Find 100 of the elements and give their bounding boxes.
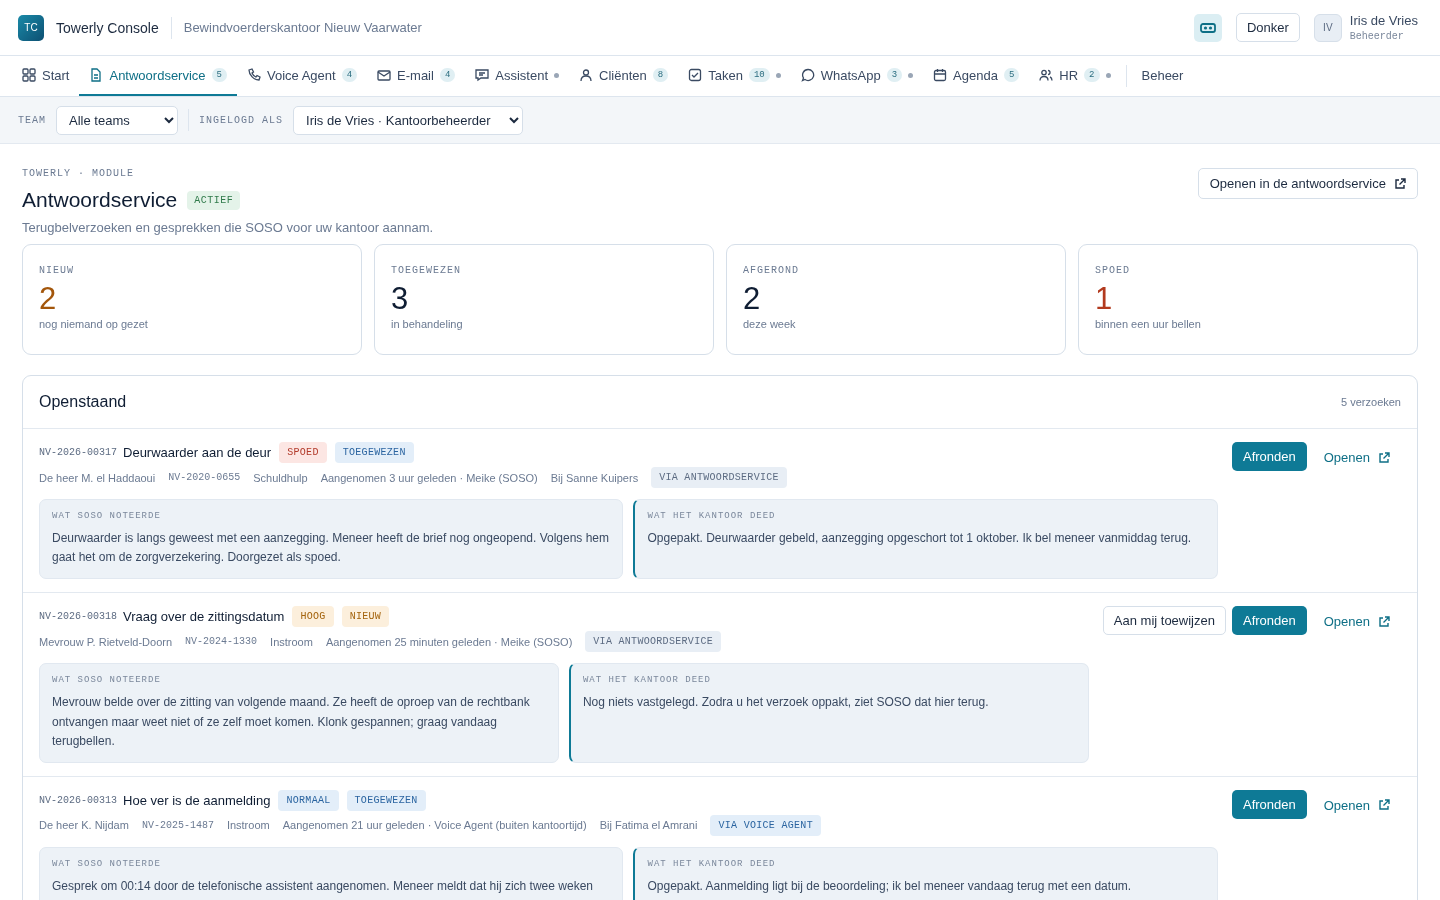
- bubble-icon: [800, 68, 815, 82]
- nav-tab[interactable]: Agenda 5: [923, 56, 1030, 96]
- nav-tab[interactable]: Assistent: [465, 56, 570, 96]
- external-link-icon: [1378, 799, 1390, 812]
- count-badge: 10: [748, 68, 770, 82]
- request-count: 5 verzoeken: [1341, 396, 1401, 408]
- open-link[interactable]: Openen: [1312, 606, 1401, 638]
- client-name: De heer K. Nijdam: [39, 819, 129, 832]
- external-link-icon: [1378, 615, 1390, 628]
- page-subtitle: Terugbelverzoeken en gesprekken die SOSO voor uw kantoor aannam.: [22, 220, 434, 235]
- note-text: Opgepakt. Deurwaarder gebeld, aanzegging opgeschort tot 1 oktober. Ik bel meneer vanmiddag terug.: [647, 530, 1193, 547]
- stat-label: SPOED: [1095, 265, 1130, 276]
- status-tag: HOOG: [292, 606, 334, 628]
- status-tag: TOEGEWEZEN: [346, 789, 426, 811]
- nav-tab[interactable]: E-mail 4: [367, 56, 466, 96]
- stat-note: nog niemand op gezet: [39, 318, 148, 331]
- nav-tab[interactable]: Cliënten 8: [569, 56, 679, 96]
- count-badge: 5: [211, 68, 227, 82]
- note-label: WAT HET KANTOOR DEED: [647, 858, 777, 869]
- stat-note: binnen een uur bellen: [1095, 318, 1201, 331]
- category-label: Instroom: [226, 819, 270, 832]
- note-text: Nog niets vastgelegd. Zodra u het verzoek oppakt, ziet SOSO dat hier terug.: [582, 694, 990, 712]
- filter-label: TEAM: [18, 114, 46, 126]
- stat-value: 2: [743, 282, 761, 317]
- check-icon: [688, 68, 703, 82]
- client-name: De heer M. el Haddaoui: [39, 471, 156, 484]
- complete-button[interactable]: Afronden: [1231, 789, 1307, 819]
- logo-icon: TC: [18, 14, 44, 41]
- client-name: Mevrouw P. Rietveld-Doorn: [39, 635, 173, 648]
- app-name: Towerly Console: [56, 19, 159, 36]
- open-external-button[interactable]: Openen in de antwoordservice: [1197, 168, 1418, 199]
- note-text: Gesprek om 00:14 door de telefonische assistent aangenomen. Meneer meldt dat hij zich twee weken: [52, 877, 594, 895]
- handler-name: Bij Fatima el Amrani: [599, 819, 698, 832]
- request-id: NV-2026-00318: [39, 611, 117, 623]
- status-tag: TOEGEWEZEN: [334, 442, 414, 463]
- count-badge: 8: [652, 68, 669, 82]
- page-title: Antwoordservice: [22, 188, 178, 212]
- nav-tab[interactable]: Taken 10: [678, 56, 791, 96]
- count-badge: 4: [341, 68, 358, 82]
- user-avatar[interactable]: IV: [1313, 13, 1342, 42]
- stat-value: 2: [39, 282, 57, 317]
- note-label: WAT SOSO NOTEERDE: [52, 675, 162, 686]
- request-title: Deurwaarder aan de deur: [123, 445, 272, 460]
- note-text: Opgepakt. Aanmelding ligt bij de beoordeling; ik bel meneer vandaag terug met een datum.: [647, 877, 1133, 895]
- received-info: Aangenomen 21 uur geleden · Voice Agent (buiten kantoortijd): [282, 819, 587, 832]
- nav-tab[interactable]: HR 2: [1029, 56, 1121, 96]
- stat-note: in behandeling: [391, 318, 463, 331]
- external-link-icon: [1394, 177, 1406, 190]
- stat-label: AFGEROND: [743, 265, 799, 276]
- user-name: Iris de Vries: [1349, 13, 1418, 28]
- count-badge: 4: [439, 68, 456, 82]
- open-link[interactable]: Openen: [1312, 442, 1401, 473]
- status-badge: ACTIEF: [187, 190, 241, 210]
- complete-button[interactable]: Afronden: [1231, 606, 1307, 636]
- request-id: NV-2026-00313: [39, 794, 117, 806]
- user-role: Beheerder: [1349, 31, 1405, 42]
- cal-icon: [933, 68, 948, 82]
- status-tag: NIEUW: [341, 606, 390, 628]
- category-label: Schuldhulp: [253, 471, 308, 484]
- request-title: Vraag over de zittingsdatum: [123, 609, 285, 625]
- note-label: WAT SOSO NOTEERDE: [52, 511, 162, 521]
- external-link-icon: [1378, 451, 1390, 464]
- complete-button[interactable]: Afronden: [1231, 442, 1307, 471]
- users-icon: [1039, 68, 1054, 82]
- filter-select[interactable]: Iris de Vries · Kantoorbeheerder: [293, 105, 524, 135]
- filter-select[interactable]: Alle teams: [56, 105, 178, 135]
- grid-icon: [22, 68, 36, 82]
- request-title: Hoe ver is de aanmelding: [123, 792, 271, 808]
- goggles-icon: [1199, 21, 1216, 34]
- source-tag: VIA ANTWOORDSERVICE: [651, 467, 787, 488]
- source-tag: VIA ANTWOORDSERVICE: [585, 631, 722, 653]
- open-link[interactable]: Openen: [1312, 789, 1401, 821]
- nav-tab[interactable]: Start: [12, 56, 80, 96]
- received-info: Aangenomen 3 uur geleden · Meike (SOSO): [320, 471, 538, 484]
- panel-title: Openstaand: [39, 393, 127, 411]
- note-text: Mevrouw belde over de zitting van volgende maand. Ze heeft de oproep van de rechtbank ontvangen maar weet niet of ze zelf moet komen. Klonk gespannen; graag vandaag terugbellen.: [52, 694, 531, 750]
- filter-label: INGELOGD ALS: [199, 114, 284, 126]
- theme-button[interactable]: Donker: [1235, 13, 1300, 42]
- user-icon: [579, 68, 594, 82]
- mail-icon: [377, 68, 392, 82]
- received-info: Aangenomen 25 minuten geleden · Meike (SOSO): [325, 635, 573, 648]
- admin-tab[interactable]: Beheer: [1131, 56, 1194, 96]
- nav-tab[interactable]: Voice Agent 4: [237, 56, 368, 96]
- dossier-number: NV-2020-0655: [168, 472, 241, 483]
- source-tag: VIA VOICE AGENT: [710, 814, 821, 836]
- note-text: Deurwaarder is langs geweest met een aanzegging. Meneer heeft de brief nog ongeopend. Volgens hem gaat het om de zorgverzekering. Doorgezet als spoed.: [52, 530, 611, 567]
- stat-label: TOEGEWEZEN: [391, 265, 461, 276]
- nav-tab[interactable]: WhatsApp 3: [790, 56, 924, 96]
- note-label: WAT HET KANTOOR DEED: [582, 675, 712, 686]
- status-tag: SPOED: [279, 442, 327, 463]
- eyebrow-label: TOWERLY · MODULE: [22, 168, 135, 179]
- note-label: WAT SOSO NOTEERDE: [52, 858, 162, 869]
- assign-button[interactable]: Aan mij toewijzen: [1102, 606, 1226, 636]
- count-badge: 3: [886, 68, 903, 82]
- count-badge: 2: [1084, 68, 1100, 82]
- stat-value: 1: [1095, 282, 1113, 317]
- chat-icon: [475, 68, 490, 82]
- request-id: NV-2026-00317: [39, 447, 117, 458]
- doc-icon: [89, 68, 104, 82]
- note-label: WAT HET KANTOOR DEED: [647, 511, 777, 521]
